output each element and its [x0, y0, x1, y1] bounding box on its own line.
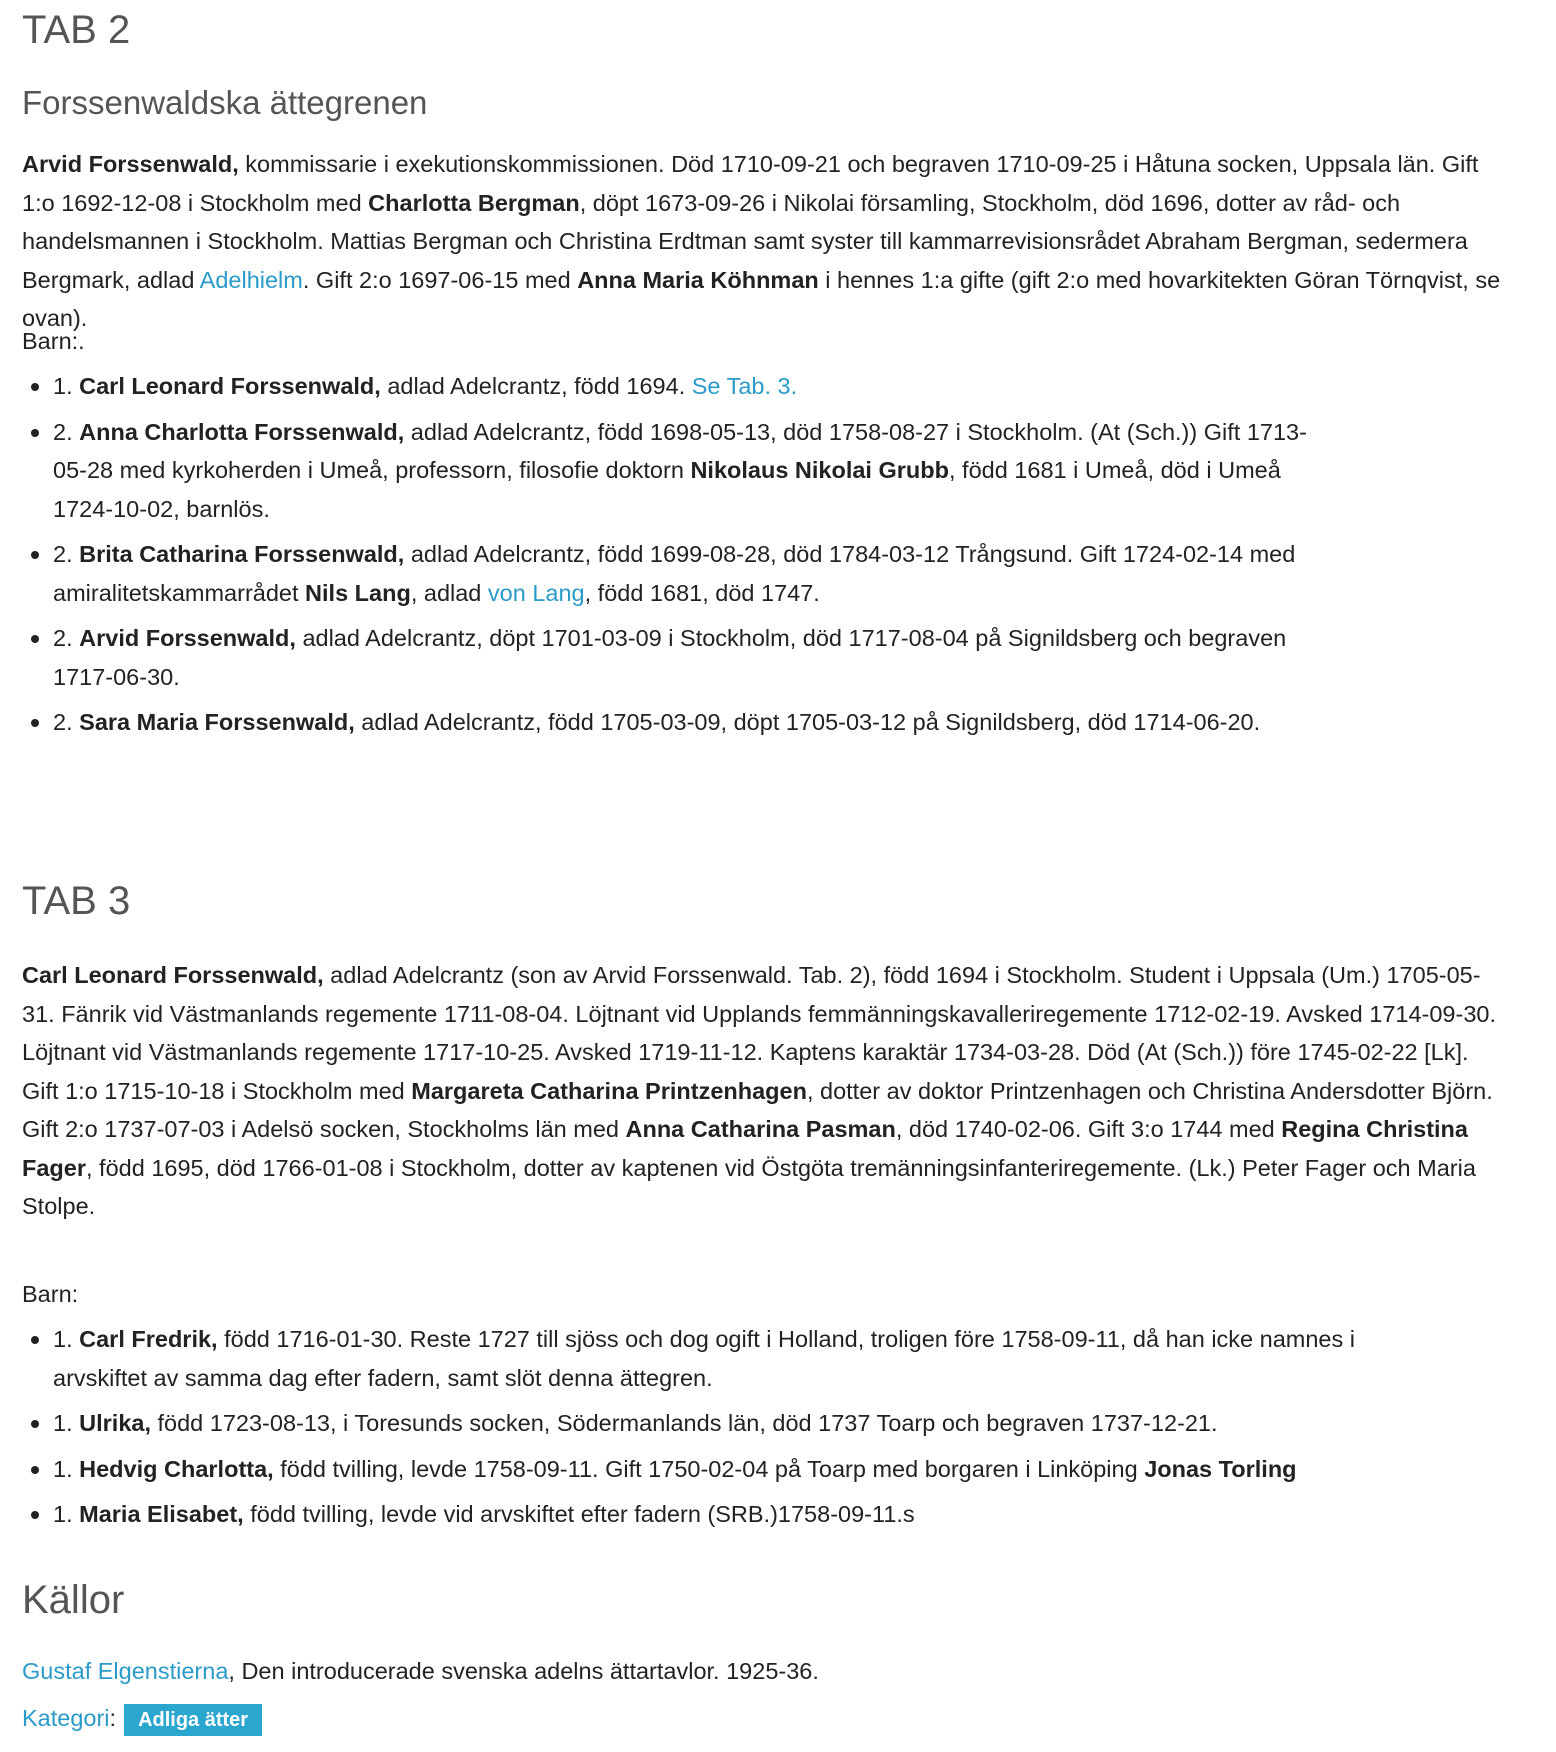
- spouse-name: Margareta Catharina Printzenhagen: [411, 1077, 807, 1104]
- author-link[interactable]: Gustaf Elgenstierna: [22, 1658, 228, 1684]
- list-item: 1. Carl Fredrik, född 1716-01-30. Reste …: [22, 1320, 1402, 1397]
- tab3-section: TAB 3: [22, 877, 1502, 925]
- person-name: Arvid Forssenwald,: [22, 151, 239, 177]
- list-item: 1. Carl Leonard Forssenwald, adlad Adelc…: [22, 367, 1322, 406]
- category-link[interactable]: Kategori: [22, 1705, 110, 1731]
- list-item: 2. Brita Catharina Forssenwald, adlad Ad…: [22, 535, 1322, 612]
- tab3-intro: Carl Leonard Forssenwald, adlad Adelcran…: [22, 956, 1502, 1226]
- tab2-intro-paragraph: Arvid Forssenwald, kommissarie i exekuti…: [22, 151, 1501, 331]
- category-row: Kategori: Adliga ätter: [22, 1699, 1502, 1738]
- see-tab3-link[interactable]: Se Tab. 3.: [692, 373, 797, 399]
- person-name: Carl Leonard Forssenwald,: [22, 962, 324, 988]
- tab2-subheading: Forssenwaldska ättegrenen: [22, 84, 428, 121]
- list-item: 1. Maria Elisabet, född tvilling, levde …: [22, 1495, 1402, 1534]
- tab3-heading: TAB 3: [22, 879, 131, 923]
- list-item: 1. Ulrika, född 1723-08-13, i Toresunds …: [22, 1404, 1402, 1443]
- list-item: 1. Hedvig Charlotta, född tvilling, levd…: [22, 1450, 1402, 1489]
- sources-citation: Gustaf Elgenstierna, Den introducerade s…: [22, 1658, 819, 1684]
- article-page: TAB 2 Forssenwaldska ättegrenen Arvid Fo…: [0, 0, 1556, 1752]
- tab3-intro-paragraph: Carl Leonard Forssenwald, adlad Adelcran…: [22, 962, 1496, 1219]
- list-item: 2. Sara Maria Forssenwald, adlad Adelcra…: [22, 703, 1322, 742]
- adelhielm-link[interactable]: Adelhielm: [200, 267, 303, 293]
- spouse-name: Anna Catharina Pasman: [625, 1116, 896, 1142]
- spouse-name: Charlotta Bergman: [368, 189, 580, 216]
- sources-section: Källor: [22, 1576, 1502, 1624]
- list-item: 2. Anna Charlotta Forssenwald, adlad Ade…: [22, 413, 1322, 529]
- tab2-heading: TAB 2: [22, 8, 131, 52]
- von-lang-link[interactable]: von Lang: [488, 580, 585, 606]
- tab2-subsection: Forssenwaldska ättegrenen: [22, 83, 1502, 123]
- tab3-children-label: Barn:: [22, 1281, 79, 1307]
- spouse-name: Anna Maria Köhnman: [577, 266, 819, 293]
- tab2-intro: Arvid Forssenwald, kommissarie i exekuti…: [22, 145, 1502, 338]
- tab2-children-label: Barn:.: [22, 328, 85, 354]
- sources-heading: Källor: [22, 1578, 125, 1622]
- category-badge[interactable]: Adliga ätter: [124, 1703, 263, 1736]
- tab2-section: TAB 2: [22, 6, 1502, 54]
- tab3-children-list: 1. Carl Fredrik, född 1716-01-30. Reste …: [22, 1320, 1402, 1534]
- tab2-children-list: 1. Carl Leonard Forssenwald, adlad Adelc…: [22, 367, 1322, 742]
- list-item: 2. Arvid Forssenwald, adlad Adelcrantz, …: [22, 619, 1322, 696]
